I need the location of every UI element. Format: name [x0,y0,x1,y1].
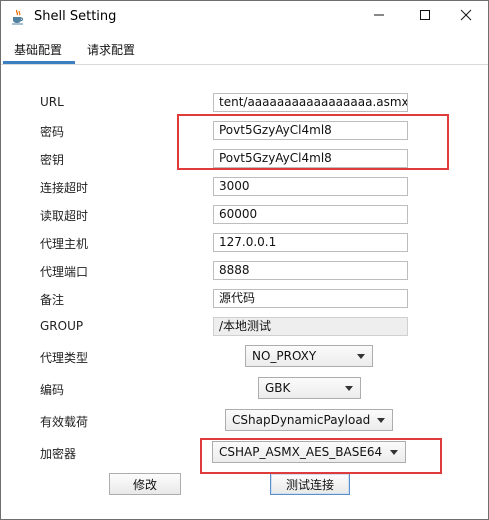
tab-basic-config[interactable]: 基础配置 [14,41,62,58]
close-icon [460,9,472,24]
window-title: Shell Setting [34,9,117,24]
url-field[interactable]: tent/aaaaaaaaaaaaaaaaa.asmx [213,93,408,112]
chevron-down-icon [345,386,353,391]
read-timeout-field[interactable]: 60000 [213,205,408,224]
proxy-type-select[interactable]: NO_PROXY [245,345,373,367]
modify-button[interactable]: 修改 [109,473,181,495]
encoding-label: 编码 [40,383,65,397]
proxy-port-field[interactable]: 8888 [213,261,408,280]
proxy-type-value: NO_PROXY [252,349,317,363]
proxy-host-field[interactable]: 127.0.0.1 [213,233,408,252]
remark-field[interactable]: 源代码 [213,289,408,308]
encoding-select[interactable]: GBK [258,377,361,399]
remark-label: 备注 [40,293,65,307]
highlight-box-cryption [200,438,442,474]
chevron-down-icon [377,418,385,423]
java-cup-icon [10,9,26,25]
shell-setting-window: Shell Setting 基础配置 请求配置 URL 密码 密钥 连接超时 读… [0,0,489,520]
payload-value: CShapDynamicPayload [232,413,371,427]
highlight-box-password-key [177,114,449,170]
password-label: 密码 [40,125,65,139]
test-connection-button[interactable]: 测试连接 [270,473,350,495]
connect-timeout-field[interactable]: 3000 [213,177,408,196]
minimize-icon [373,9,385,24]
maximize-button[interactable] [402,1,448,32]
group-field[interactable]: /本地测试 [213,317,408,336]
payload-label: 有效载荷 [40,415,89,429]
proxy-type-label: 代理类型 [40,351,89,365]
cryption-label: 加密器 [40,447,77,461]
secret-key-label: 密钥 [40,153,65,167]
title-bar[interactable]: Shell Setting [1,1,488,32]
proxy-host-label: 代理主机 [40,237,89,251]
tab-request-config[interactable]: 请求配置 [87,41,135,58]
tab-divider [1,64,488,65]
minimize-button[interactable] [356,1,402,32]
close-button[interactable] [443,1,489,32]
url-label: URL [40,95,64,109]
proxy-port-label: 代理端口 [40,265,89,279]
connect-timeout-label: 连接超时 [40,181,89,195]
read-timeout-label: 读取超时 [40,209,89,223]
maximize-icon [419,9,431,24]
group-label: GROUP [40,319,84,333]
encoding-value: GBK [265,381,291,395]
tab-bar: 基础配置 请求配置 [1,32,488,65]
payload-select[interactable]: CShapDynamicPayload [225,409,393,431]
chevron-down-icon [357,354,365,359]
